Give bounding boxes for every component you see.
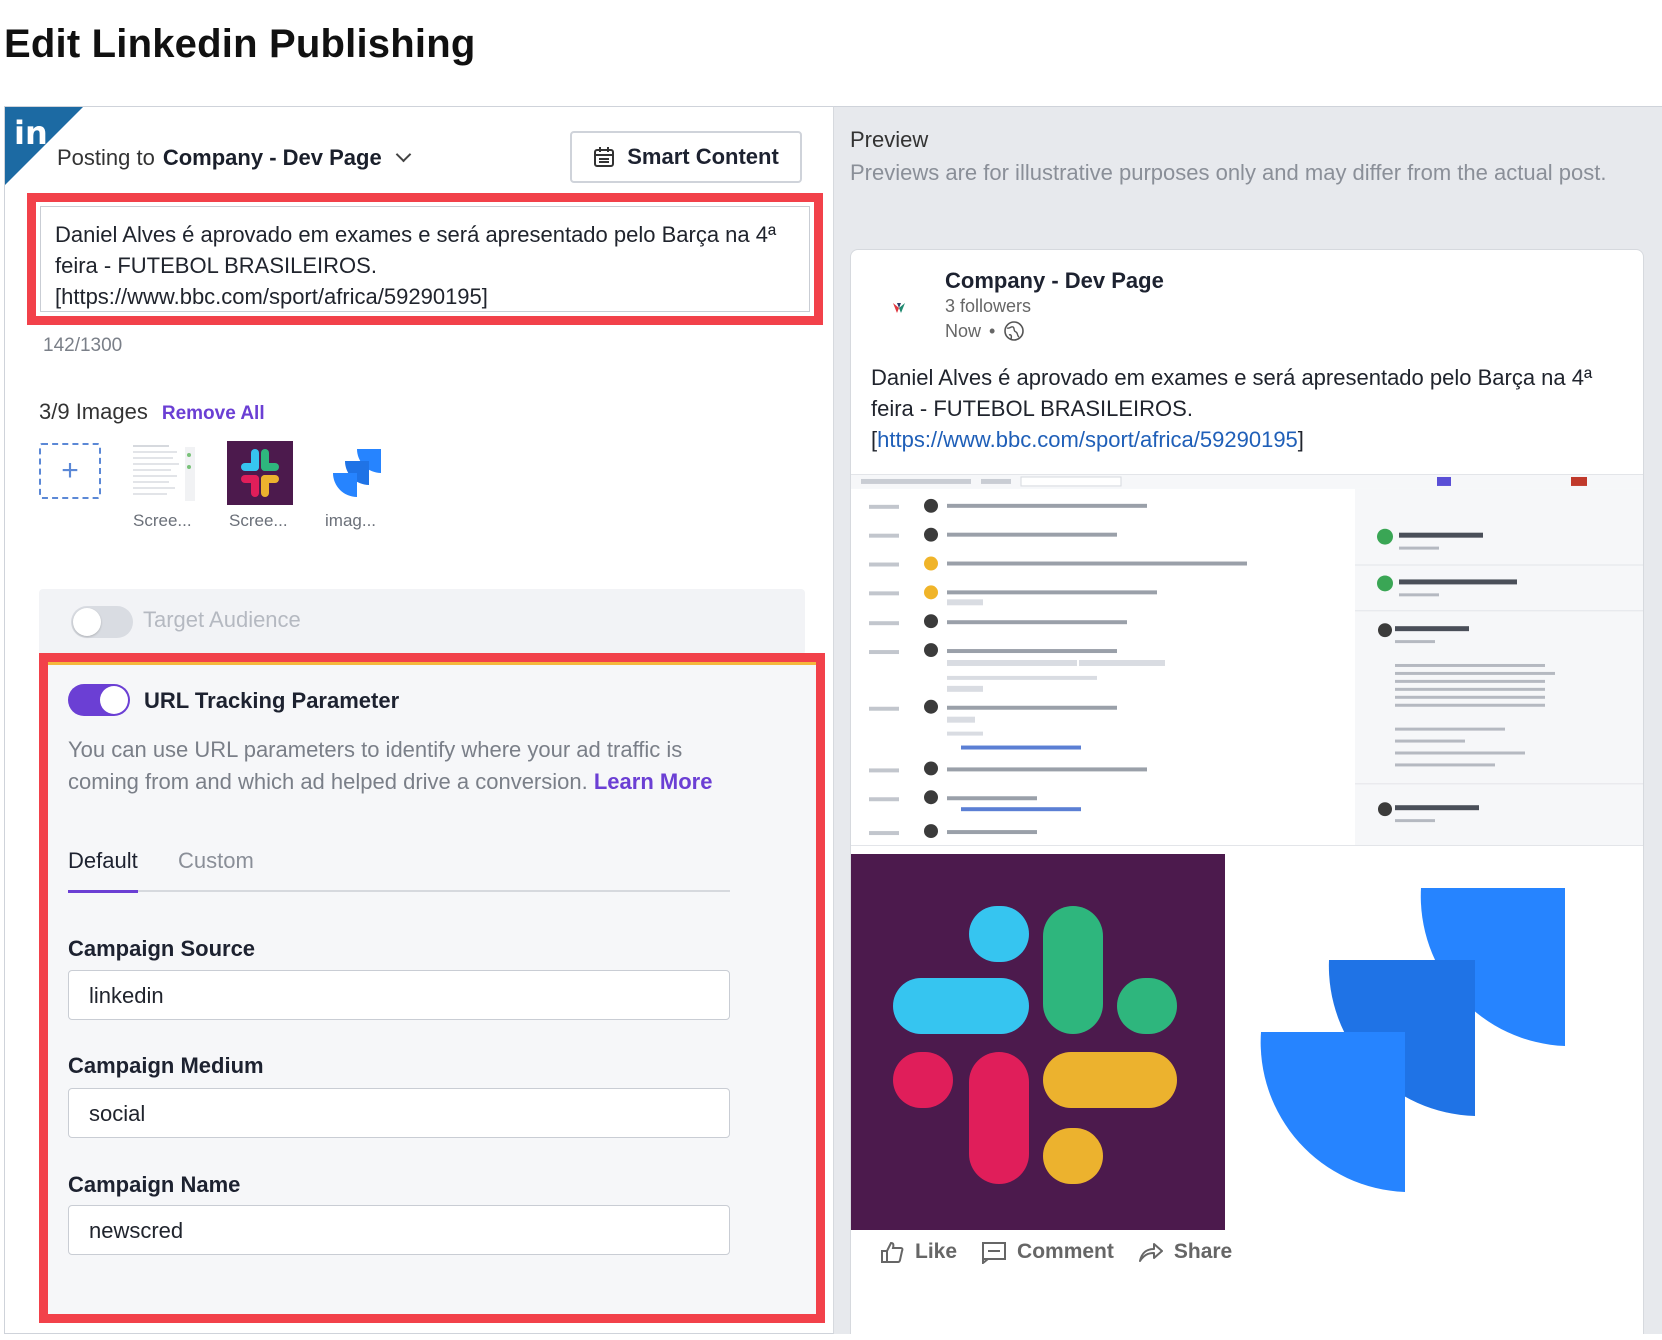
post-text-highlight: Daniel Alves é aprovado em exames e será…	[27, 193, 823, 325]
url-tracking-tabs: Default Custom	[68, 848, 730, 893]
calendar-icon	[594, 147, 615, 167]
tab-default[interactable]: Default	[68, 848, 138, 893]
preview-company-name: Company - Dev Page	[945, 268, 1164, 293]
screenshot-thumbnail-icon[interactable]	[131, 441, 197, 505]
campaign-name-input[interactable]: newscred	[68, 1205, 730, 1255]
thumbnail-label: Scree...	[133, 511, 192, 530]
remove-all-link[interactable]: Remove All	[162, 403, 265, 424]
campaign-source-input[interactable]: linkedin	[68, 970, 730, 1020]
preview-followers: 3 followers	[945, 296, 1032, 316]
smart-content-label: Smart Content	[627, 144, 779, 169]
comment-label: Comment	[1017, 1240, 1114, 1263]
edit-panel: in Posting to Company - Dev Page Smart Co…	[4, 106, 834, 1334]
preview-link[interactable]: https://www.bbc.com/sport/africa/5929019…	[877, 427, 1298, 452]
learn-more-link[interactable]: Learn More	[594, 769, 713, 794]
preview-image-slack-logo-icon	[851, 854, 1225, 1230]
linkedin-icon: in	[14, 114, 48, 152]
preview-time: Now	[945, 320, 982, 341]
campaign-medium-input[interactable]: social	[68, 1088, 730, 1138]
preview-text-suffix: ]	[1297, 427, 1304, 452]
comment-action[interactable]: Comment	[981, 1240, 1114, 1264]
campaign-source-label: Campaign Source	[68, 936, 256, 961]
tab-custom[interactable]: Custom	[178, 848, 254, 874]
preview-note: Previews are for illustrative purposes o…	[850, 160, 1607, 185]
posting-label: Posting to	[57, 145, 155, 170]
preview-actions: Like Comment Share	[879, 1240, 1232, 1264]
chevron-down-icon	[395, 146, 411, 163]
url-tracking-title: URL Tracking Parameter	[144, 688, 400, 713]
campaign-medium-label: Campaign Medium	[68, 1053, 264, 1078]
char-count: 142/1300	[43, 335, 123, 356]
like-label: Like	[915, 1240, 958, 1263]
smart-content-button[interactable]: Smart Content	[570, 131, 802, 183]
preview-image-jira-logo-icon	[1225, 854, 1643, 1230]
preview-time-separator: •	[989, 320, 996, 341]
company-logo-icon	[893, 303, 905, 313]
add-image-button[interactable]: +	[39, 443, 101, 499]
thumbnail-label: Scree...	[229, 511, 288, 530]
url-tracking-toggle[interactable]	[68, 684, 130, 716]
images-count: 3/9 Images	[39, 399, 148, 424]
preview-post-text: Daniel Alves é aprovado em exames e será…	[871, 362, 1611, 455]
posting-to-selector[interactable]: Posting to Company - Dev Page	[57, 145, 411, 171]
jira-logo-icon[interactable]	[323, 441, 389, 505]
target-audience-label: Target Audience	[143, 607, 301, 632]
post-textarea[interactable]: Daniel Alves é aprovado em exames e será…	[40, 206, 810, 312]
url-tracking-section: URL Tracking Parameter You can use URL p…	[39, 653, 825, 1323]
preview-image-screenshot	[851, 474, 1643, 846]
posting-company: Company - Dev Page	[162, 145, 382, 170]
comment-icon	[982, 1242, 1007, 1264]
like-action[interactable]: Like	[879, 1240, 957, 1264]
thumbnail-label: imag...	[325, 511, 377, 530]
preview-panel: Preview Previews are for illustrative pu…	[834, 106, 1662, 1334]
url-tracking-description: You can use URL parameters to identify w…	[68, 734, 758, 798]
url-tracking-description-text: You can use URL parameters to identify w…	[68, 737, 683, 794]
target-audience-row: Target Audience	[39, 589, 805, 655]
page-title: Edit Linkedin Publishing	[4, 22, 476, 66]
images-header: 3/9 Images Remove All	[39, 399, 265, 425]
post-preview-card: Company - Dev Page 3 followers Now • Dan…	[850, 249, 1644, 1334]
globe-icon	[1004, 321, 1025, 341]
target-audience-toggle[interactable]	[71, 606, 133, 638]
preview-title: Preview	[850, 127, 929, 152]
slack-logo-icon[interactable]	[227, 441, 293, 505]
share-icon	[1138, 1243, 1163, 1262]
preview-timestamp: Now •	[945, 320, 1025, 342]
share-action[interactable]: Share	[1138, 1240, 1232, 1264]
share-label: Share	[1173, 1240, 1233, 1263]
campaign-name-label: Campaign Name	[68, 1172, 241, 1197]
thumbs-up-icon	[881, 1241, 904, 1263]
